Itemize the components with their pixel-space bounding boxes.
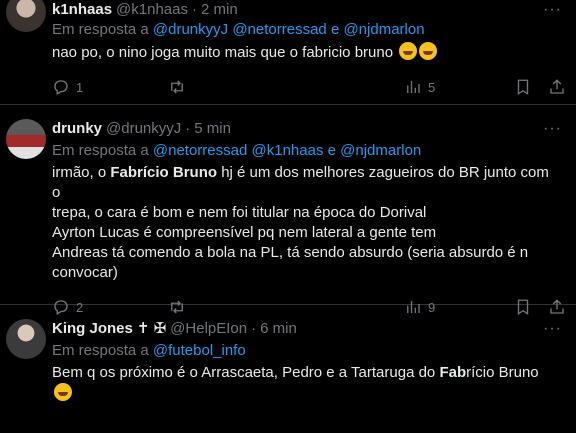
tweet-text-line: Ayrton Lucas é compreensível pq nem late… <box>52 224 437 241</box>
tweet-text-line <box>52 383 560 404</box>
bookmark-icon <box>517 79 529 96</box>
avatar[interactable] <box>6 119 46 159</box>
mention-link[interactable]: @futebol_info <box>153 342 246 359</box>
share-icon <box>550 79 564 94</box>
more-icon[interactable]: ··· <box>543 319 562 339</box>
user-handle[interactable]: @HelpEIon <box>170 319 247 339</box>
more-icon[interactable]: ··· <box>543 0 562 20</box>
tweet-text-line: trepa, o cara é bom e nem foi titular na… <box>52 204 427 221</box>
tweet-text-line: Bem q os próximo é o Arrascaeta, Pedro e… <box>52 363 560 383</box>
name-symbols: ✝ ✠ <box>136 320 167 337</box>
timestamp[interactable]: 5 min <box>194 119 231 139</box>
reply-context: Em resposta a @netorressad @k1nhaas e @n… <box>52 141 560 161</box>
reply-count: 1 <box>76 79 84 95</box>
tweet-text-line: irmão, o Fabrício Bruno hj é um dos melh… <box>52 163 560 203</box>
mention-link[interactable]: @njdmarlon <box>343 21 424 38</box>
views-icon <box>407 81 420 93</box>
mention-link[interactable]: @k1nhaas <box>252 142 324 159</box>
mention-conjunction: e <box>330 21 340 38</box>
user-handle[interactable]: @k1nhaas <box>116 0 188 20</box>
reply-prefix: Em resposta a <box>52 142 149 159</box>
avatar[interactable] <box>6 0 46 32</box>
separator-dot: · <box>185 120 191 137</box>
rofl-emoji-icon <box>399 42 418 60</box>
action-bar: 1 5 <box>52 77 564 97</box>
tweet-text-segment: Bem q os próximo é o Arrascaeta, Pedro e… <box>52 364 440 381</box>
mention-link[interactable]: @netorressad <box>232 21 326 38</box>
reply-context: Em resposta a @drunkyyJ @netorressad e @… <box>52 20 560 40</box>
reply-prefix: Em resposta a <box>52 342 149 359</box>
timestamp[interactable]: 6 min <box>260 319 297 339</box>
tweet-text-line: convocar) <box>52 264 118 281</box>
rofl-emoji-icon <box>419 42 438 60</box>
tweet[interactable]: k1nhaas @k1nhaas · 2 min ··· Em resposta… <box>0 0 576 104</box>
mention-link[interactable]: @njdmarlon <box>340 142 421 159</box>
tweet-text-segment: rício Bruno <box>466 364 539 381</box>
tweet-text-bold: Fab <box>439 364 467 381</box>
tweet[interactable]: drunky @drunkyyJ · 5 min ··· Em resposta… <box>0 105 576 316</box>
tweet-text: irmão, o Fabrício Bruno hj é um dos melh… <box>52 163 560 283</box>
avatar[interactable] <box>6 319 46 359</box>
reply-button[interactable]: 1 <box>52 78 83 96</box>
tweet[interactable]: King Jones ✝ ✠ @HelpEIon · 6 min ··· Em … <box>0 305 576 433</box>
display-name[interactable]: k1nhaas <box>52 0 112 20</box>
separator-dot: · <box>192 1 197 18</box>
reply-icon <box>54 80 68 95</box>
share-button[interactable] <box>548 78 566 96</box>
mention-conjunction: e <box>327 142 336 159</box>
reply-prefix: Em resposta a <box>52 21 149 38</box>
tweet-text-line: Andreas tá comendo a bola na PL, tá send… <box>52 244 529 261</box>
tweet-text-bold: Fabrício Bruno <box>110 164 218 181</box>
separator-dot: · <box>251 320 257 337</box>
repost-button[interactable] <box>168 78 186 96</box>
mention-link[interactable]: @netorressad <box>153 142 247 159</box>
repost-icon <box>171 80 183 94</box>
user-handle[interactable]: @drunkyyJ <box>106 119 181 139</box>
display-name[interactable]: drunky <box>52 119 102 139</box>
views-button[interactable]: 5 <box>404 78 435 96</box>
reply-context: Em resposta a @futebol_info <box>52 341 560 361</box>
tweet-text-segment: irmão, o <box>52 164 111 181</box>
mention-link[interactable]: @drunkyyJ <box>153 21 228 38</box>
views-count: 5 <box>428 79 436 95</box>
tweet-text: nao po, o nino joga muito mais que o fab… <box>52 42 560 63</box>
display-name[interactable]: King Jones <box>52 319 133 339</box>
tweet-text: Bem q os próximo é o Arrascaeta, Pedro e… <box>52 363 560 404</box>
bookmark-button[interactable] <box>514 78 532 96</box>
laughing-emoji-icon <box>54 383 72 401</box>
more-icon[interactable]: ··· <box>543 119 562 139</box>
timestamp[interactable]: 2 min <box>201 0 238 20</box>
tweet-text-content: nao po, o nino joga muito mais que o fab… <box>52 44 394 61</box>
